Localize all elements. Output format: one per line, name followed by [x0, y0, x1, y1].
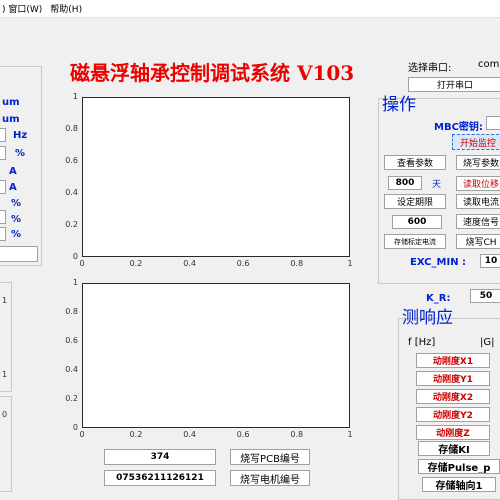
- mbc-label: MBC密钥:: [434, 122, 483, 133]
- menu-help[interactable]: 帮助(H): [50, 2, 82, 15]
- write-motor-button[interactable]: 烧写电机编号: [230, 470, 310, 486]
- left-field-2[interactable]: [0, 146, 6, 160]
- bottom-x-tick-2: 0.4: [183, 430, 196, 439]
- app-title: 磁悬浮轴承控制调试系统 V103: [70, 61, 355, 85]
- stiffness-x1-button[interactable]: 动刚度X1: [416, 353, 490, 368]
- port-label: 选择串口:: [408, 63, 452, 74]
- motor-number-field[interactable]: 07536211126121: [104, 470, 216, 486]
- left-small-tick-2: 1: [2, 370, 8, 379]
- unit-percent-2: %: [11, 198, 22, 209]
- stiffness-x2-button[interactable]: 动刚度X2: [416, 389, 490, 404]
- bottom-x-tick-0: 0: [79, 430, 85, 439]
- bottom-y-tick-0: 1: [72, 278, 78, 287]
- gain-column-label: |G|: [480, 337, 495, 348]
- exc-min-label: EXC_MIN :: [410, 257, 467, 268]
- left-small-tick-1: 1: [2, 296, 8, 305]
- stiffness-y1-button[interactable]: 动刚度Y1: [416, 371, 490, 386]
- exc-min-field[interactable]: 10: [480, 254, 500, 268]
- bottom-y-tick-3: 0.4: [65, 365, 78, 374]
- top-y-tick-2: 0.6: [65, 156, 78, 165]
- days-unit: 天: [432, 180, 442, 190]
- bottom-x-tick-1: 0.2: [129, 430, 143, 439]
- unit-hz: Hz: [13, 130, 28, 141]
- top-x-tick-2: 0.4: [183, 259, 196, 268]
- stiffness-y2-button[interactable]: 动刚度Y2: [416, 407, 490, 422]
- top-plot-area[interactable]: [82, 97, 350, 257]
- unit-percent-4: %: [11, 229, 22, 240]
- unit-percent-1: %: [15, 148, 26, 159]
- top-x-tick-4: 0.8: [290, 259, 304, 268]
- unit-um-1: um: [2, 97, 20, 108]
- port-select[interactable]: com9: [478, 59, 500, 70]
- bottom-y-tick-1: 0.8: [65, 307, 78, 316]
- top-y-tick-3: 0.4: [65, 188, 78, 197]
- store-ki-button[interactable]: 存储KI: [418, 441, 490, 456]
- left-field-5[interactable]: [0, 227, 6, 241]
- bottom-plot-area[interactable]: [82, 283, 350, 428]
- top-y-tick-0: 1: [72, 92, 78, 101]
- menu-window[interactable]: ) 窗口(W): [2, 2, 42, 15]
- unit-percent-3: %: [11, 214, 22, 225]
- top-x-tick-1: 0.2: [129, 259, 143, 268]
- menu-bar: ) 窗口(W) 帮助(H): [0, 0, 500, 18]
- write-params-button[interactable]: 烧写参数: [456, 155, 500, 170]
- bottom-x-tick-5: 1: [347, 430, 353, 439]
- store-pulse-button[interactable]: 存储Pulse_p: [418, 459, 500, 474]
- unit-amp-2: A: [9, 182, 17, 193]
- read-current-button[interactable]: 读取电流: [456, 194, 500, 209]
- write-pcb-button[interactable]: 烧写PCB编号: [230, 449, 310, 465]
- top-y-tick-5: 0: [72, 252, 78, 261]
- bottom-x-tick-3: 0.6: [236, 430, 250, 439]
- top-x-tick-3: 0.6: [236, 259, 250, 268]
- store-rated-current-button[interactable]: 存储标定电流: [384, 234, 446, 249]
- set-deadline-button[interactable]: 设定期限: [384, 194, 446, 209]
- pcb-number-field[interactable]: 374: [104, 449, 216, 465]
- top-x-tick-0: 0: [79, 259, 85, 268]
- operate-heading: 操作: [382, 95, 416, 115]
- bottom-x-tick-4: 0.8: [290, 430, 304, 439]
- response-heading: 测响应: [402, 308, 453, 328]
- unit-amp-1: A: [9, 166, 17, 177]
- kr-field[interactable]: 50: [470, 289, 500, 303]
- bottom-y-tick-2: 0.6: [65, 336, 78, 345]
- start-monitor-button[interactable]: 开始监控: [452, 134, 500, 150]
- read-position-button[interactable]: 读取位移: [456, 176, 500, 191]
- store-axial-button[interactable]: 存储轴向1: [422, 477, 496, 492]
- bottom-y-tick-5: 0: [72, 423, 78, 432]
- unit-um-2: um: [2, 114, 20, 125]
- write-ch-button[interactable]: 烧写CH: [456, 234, 500, 249]
- left-field-1[interactable]: [0, 128, 6, 142]
- bottom-y-tick-4: 0.2: [65, 394, 78, 403]
- stiffness-z-button[interactable]: 动刚度Z: [416, 425, 490, 440]
- value-600-field[interactable]: 600: [392, 215, 442, 229]
- days-field[interactable]: 800: [388, 176, 422, 190]
- left-small-tick-3: 0: [2, 410, 8, 419]
- top-y-tick-4: 0.2: [65, 220, 78, 229]
- top-x-tick-5: 1: [347, 259, 353, 268]
- speed-signal-button[interactable]: 速度信号: [456, 214, 500, 229]
- view-params-button[interactable]: 查看参数: [384, 155, 446, 170]
- top-y-tick-1: 0.8: [65, 124, 78, 133]
- mbc-key-input[interactable]: [486, 116, 500, 130]
- left-field-wide[interactable]: [0, 246, 38, 262]
- left-field-4[interactable]: [0, 210, 6, 224]
- open-port-button[interactable]: 打开串口: [408, 77, 500, 92]
- freq-column-label: f [Hz]: [408, 337, 436, 348]
- left-field-3[interactable]: [0, 180, 6, 194]
